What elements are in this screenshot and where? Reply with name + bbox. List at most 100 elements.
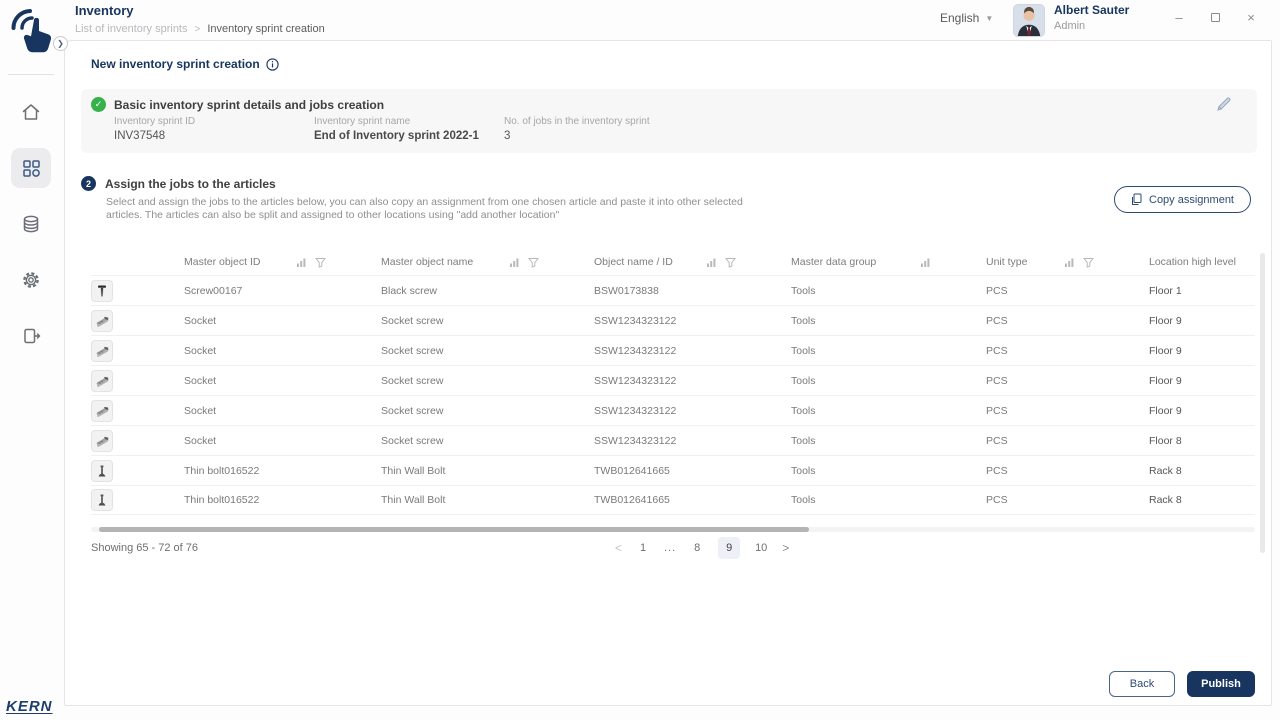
avatar[interactable]: [1013, 4, 1045, 37]
copy-assignment-label: Copy assignment: [1149, 193, 1234, 206]
minimize-button[interactable]: –: [1172, 10, 1186, 25]
cell-location-high-level: Floor 9: [1149, 314, 1182, 327]
pagination-page-8[interactable]: 8: [686, 537, 708, 559]
language-selector[interactable]: English ▼: [940, 11, 993, 25]
table-row[interactable]: Screw00167 Black screw BSW0173838 Tools PCS F…: [91, 275, 1255, 305]
sidebar-expand-button[interactable]: ❯: [53, 36, 68, 51]
cell-location-high-level: Floor 9: [1149, 404, 1182, 417]
cell-master-data-group: Tools: [791, 344, 816, 357]
sidebar-item-inventory-modules[interactable]: [11, 148, 51, 188]
field-inventory-sprint-name: Inventory sprint name End of Inventory s…: [314, 116, 504, 142]
horizontal-scrollbar-thumb[interactable]: [99, 527, 809, 532]
filter-icon[interactable]: [1083, 257, 1094, 268]
field-label: Inventory sprint ID: [114, 116, 196, 127]
table-row[interactable]: Socket Socket screw SSW1234323122 Tools PCS F…: [91, 365, 1255, 395]
step2-number-badge: 2: [81, 176, 96, 191]
table-row[interactable]: Thin bolt016522 Thin Wall Bolt TWB01264166…: [91, 485, 1255, 515]
step2-header: 2 Assign the jobs to the articles: [81, 176, 276, 191]
close-button[interactable]: ×: [1244, 10, 1258, 25]
window-controls: – ×: [1172, 10, 1258, 25]
cell-master-object-id: Socket: [184, 314, 217, 327]
table-row[interactable]: Socket Socket screw SSW1234323122 Tools PCS F…: [91, 335, 1255, 365]
breadcrumb-current: Inventory sprint creation: [207, 23, 325, 35]
cell-master-object-id: Thin bolt016522: [184, 464, 260, 477]
cell-location-high-level: Rack 8: [1149, 494, 1182, 506]
breadcrumb: List of inventory sprints > Inventory sp…: [75, 23, 325, 35]
breadcrumb-parent[interactable]: List of inventory sprints: [75, 23, 188, 35]
sidebar-item-settings[interactable]: [11, 260, 51, 300]
cell-object-name-id: SSW1234323122: [594, 404, 677, 417]
filter-icon[interactable]: [528, 257, 539, 268]
cell-master-object-name: Socket screw: [381, 434, 444, 447]
pagination-next[interactable]: >: [782, 541, 789, 555]
sort-icon[interactable]: [1064, 257, 1075, 268]
maximize-button[interactable]: [1208, 10, 1222, 24]
column-header-icons: [296, 257, 381, 268]
pagination-prev[interactable]: <: [615, 541, 622, 555]
field-value: 3: [504, 130, 511, 142]
cell-object-name-id: BSW0173838: [594, 284, 659, 297]
table-body: Screw00167 Black screw BSW0173838 Tools PCS F…: [91, 275, 1255, 515]
sidebar-nav: [0, 92, 62, 356]
page-title-text: New inventory sprint creation: [91, 57, 260, 71]
sort-icon[interactable]: [920, 257, 931, 268]
filter-icon[interactable]: [725, 257, 736, 268]
cell-thumbnail: [91, 489, 184, 511]
cell-unit-type: PCS: [986, 434, 1008, 447]
cell-master-object-name: Socket screw: [381, 344, 444, 357]
breadcrumb-separator: >: [194, 23, 201, 35]
cell-master-object-name: Socket screw: [381, 314, 444, 327]
cell-unit-type: PCS: [986, 284, 1008, 297]
column-header-location-high-level: Location high level: [1149, 256, 1255, 268]
publish-button[interactable]: Publish: [1187, 671, 1255, 697]
sidebar-item-logout[interactable]: [11, 316, 51, 356]
sidebar-item-database[interactable]: [11, 204, 51, 244]
cell-thumbnail: [91, 399, 184, 422]
table-row[interactable]: Thin bolt016522 Thin Wall Bolt TWB01264166…: [91, 455, 1255, 485]
copy-assignment-button[interactable]: Copy assignment: [1114, 186, 1251, 213]
cell-location-high-level: Rack 8: [1149, 464, 1182, 477]
back-button[interactable]: Back: [1109, 671, 1175, 697]
cell-thumbnail: [91, 279, 184, 302]
cell-master-object-id: Screw00167: [184, 284, 243, 297]
pagination-page-1[interactable]: 1: [632, 537, 654, 559]
sort-icon[interactable]: [509, 257, 520, 268]
sidebar: ❯ KERN: [0, 0, 68, 720]
database-icon: [20, 213, 42, 235]
cell-master-data-group: Tools: [791, 494, 816, 506]
table-row[interactable]: Socket Socket screw SSW1234323122 Tools PCS F…: [91, 425, 1255, 455]
cell-master-object-name: Black screw: [381, 284, 438, 297]
table-row[interactable]: Socket Socket screw SSW1234323122 Tools PCS F…: [91, 305, 1255, 335]
sort-icon[interactable]: [296, 257, 307, 268]
sidebar-item-home[interactable]: [11, 92, 51, 132]
step2-description: Select and assign the jobs to the articl…: [106, 196, 743, 221]
field-inventory-sprint-id: Inventory sprint ID INV37548: [114, 116, 314, 142]
field-value: End of Inventory sprint 2022-1: [314, 130, 479, 142]
cell-unit-type: PCS: [986, 344, 1008, 357]
pagination-page-9[interactable]: 9: [718, 537, 741, 559]
cell-master-data-group: Tools: [791, 434, 816, 447]
column-header-icons: [706, 257, 791, 268]
cell-thumbnail: [91, 459, 184, 482]
step1-card: ✓ Basic inventory sprint details and job…: [81, 89, 1257, 153]
sidebar-divider: [8, 74, 54, 75]
screw-thumbnail: [91, 279, 113, 302]
cell-master-object-name: Socket screw: [381, 374, 444, 387]
bolt-thumbnail: [91, 459, 113, 482]
vertical-scrollbar[interactable]: [1260, 253, 1265, 553]
home-icon: [20, 101, 42, 123]
horizontal-scrollbar[interactable]: [91, 527, 1255, 532]
filter-icon[interactable]: [315, 257, 326, 268]
column-header-master-data-group: Master data group: [791, 256, 986, 268]
column-label: Unit type: [986, 256, 1028, 268]
info-icon[interactable]: [266, 57, 279, 71]
step1-header: ✓ Basic inventory sprint details and job…: [91, 97, 384, 112]
cell-master-data-group: Tools: [791, 404, 816, 417]
cell-unit-type: PCS: [986, 314, 1008, 327]
cell-location-high-level: Floor 8: [1149, 434, 1182, 447]
edit-pencil-icon[interactable]: [1216, 97, 1231, 117]
sort-icon[interactable]: [706, 257, 717, 268]
page-title: New inventory sprint creation: [91, 57, 279, 71]
table-row[interactable]: Socket Socket screw SSW1234323122 Tools PCS F…: [91, 395, 1255, 425]
pagination-page-10[interactable]: 10: [750, 537, 772, 559]
